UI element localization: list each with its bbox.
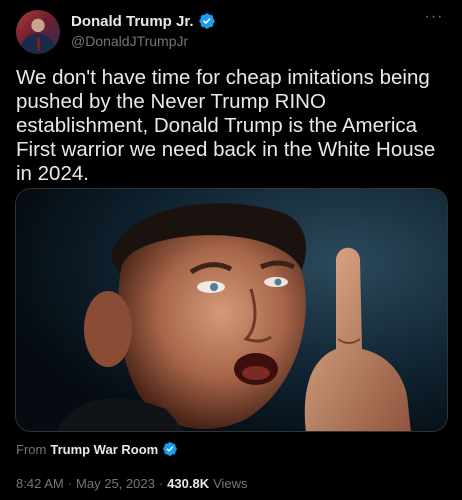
media-illustration [16,189,447,431]
tweet-text: We don't have time for cheap imitations … [16,66,436,185]
tweet-meta: 8:42 AM · May 25, 2023 · 430.8K Views [16,476,248,491]
more-horizontal-icon[interactable]: ··· [422,9,446,30]
tweet-header: Donald Trump Jr. @DonaldJTrumpJr ··· [16,9,446,54]
attribution-source-link[interactable]: Trump War Room [50,442,158,457]
author-names: Donald Trump Jr. @DonaldJTrumpJr [71,12,216,49]
author-handle[interactable]: @DonaldJTrumpJr [71,33,216,49]
avatar[interactable] [16,10,60,54]
views-count: 430.8K [167,476,210,491]
tweet-time[interactable]: 8:42 AM [16,476,64,491]
verified-badge-icon[interactable] [162,441,178,457]
views-label: Views [213,476,248,491]
author-display-name[interactable]: Donald Trump Jr. [71,13,194,30]
meta-separator: · [158,476,164,491]
attribution-prefix: From [16,441,47,457]
meta-separator: · [67,476,73,491]
media-attribution: From Trump War Room [16,441,178,457]
verified-badge-icon[interactable] [198,12,216,30]
tweet-media-image[interactable] [15,188,448,432]
name-row: Donald Trump Jr. [71,12,216,30]
tweet-date[interactable]: May 25, 2023 [76,476,155,491]
